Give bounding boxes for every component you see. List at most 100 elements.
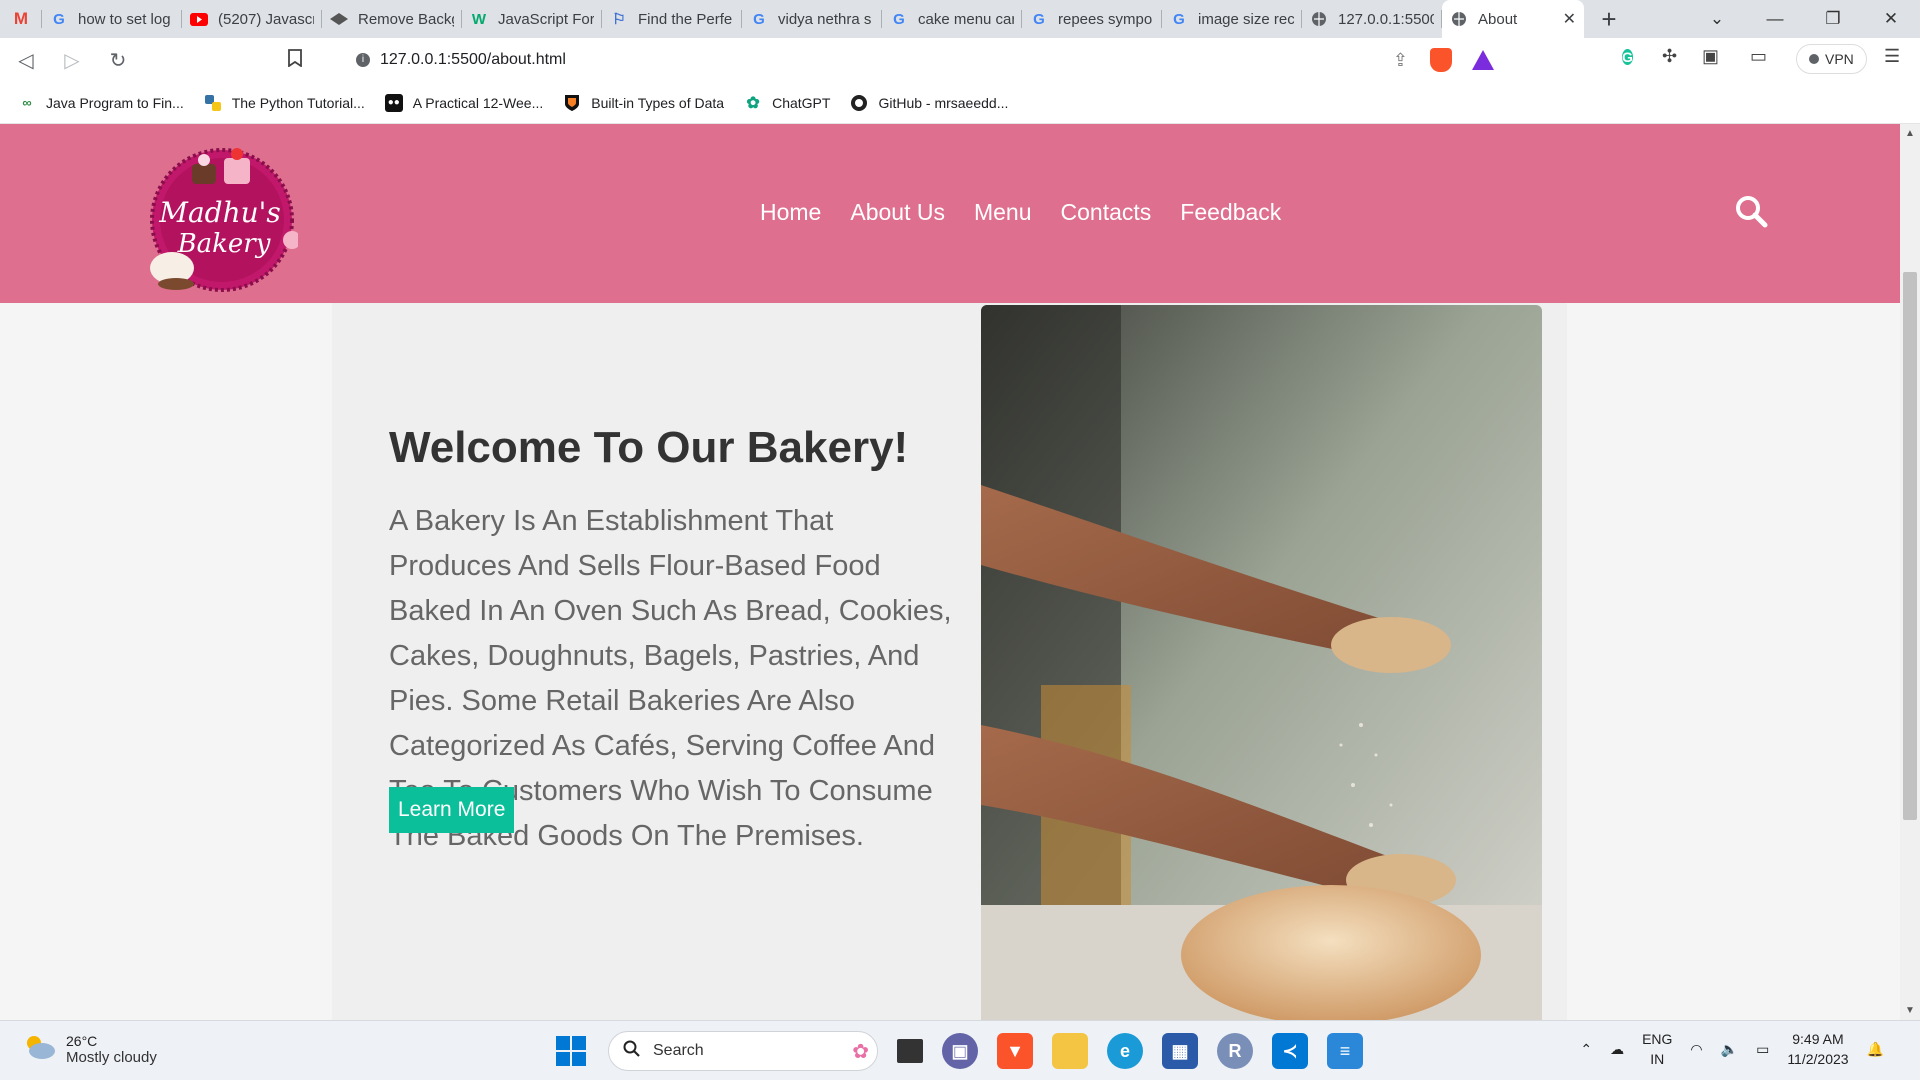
url-text[interactable]: 127.0.0.1:5500/about.html bbox=[380, 51, 566, 69]
scrollbar-thumb[interactable] bbox=[1903, 272, 1917, 820]
taskbar-search-label: Search bbox=[653, 1042, 704, 1059]
close-window-button[interactable]: ✕ bbox=[1862, 9, 1920, 29]
tab-find-perfect[interactable]: ⚐ Find the Perfe bbox=[602, 0, 742, 38]
tab-title: cake menu car bbox=[918, 10, 1014, 28]
bookmark-label: A Practical 12-Wee... bbox=[412, 94, 544, 111]
tab-image-size[interactable]: G image size rec bbox=[1162, 0, 1302, 38]
nav-contacts[interactable]: Contacts bbox=[1061, 199, 1152, 226]
google-icon: G bbox=[1033, 10, 1045, 28]
language-indicator[interactable]: ENG IN bbox=[1642, 1029, 1672, 1069]
new-tab-button[interactable]: + bbox=[1584, 0, 1634, 38]
date: 11/2/2023 bbox=[1787, 1051, 1849, 1067]
bookmark-icon[interactable] bbox=[288, 48, 302, 72]
windows-taskbar: 26°C Mostly cloudy Search ✿ ▣ ▼ e ▦ R ≺ … bbox=[0, 1020, 1920, 1080]
onedrive-icon[interactable]: ☁ bbox=[1610, 1041, 1624, 1058]
window-controls: ⌄ — ❐ ✕ bbox=[1688, 0, 1920, 38]
bookmark-item[interactable]: GitHub - mrsaeedd... bbox=[850, 94, 1008, 112]
nav-about-us[interactable]: About Us bbox=[850, 199, 945, 226]
file-explorer-icon[interactable] bbox=[1052, 1033, 1088, 1069]
region-code: IN bbox=[1650, 1051, 1665, 1067]
tab-localhost[interactable]: 127.0.0.1:5500 bbox=[1302, 0, 1442, 38]
cloud-sun-icon bbox=[22, 1033, 56, 1066]
wallet-icon[interactable]: ▭ bbox=[1750, 46, 1767, 67]
scroll-up-icon[interactable]: ▲ bbox=[1900, 128, 1920, 139]
edge-icon[interactable]: e bbox=[1107, 1033, 1143, 1069]
tab-about-active[interactable]: About ✕ bbox=[1442, 0, 1584, 38]
tab-cake-menu[interactable]: G cake menu car bbox=[882, 0, 1022, 38]
bookmark-item[interactable]: ●● A Practical 12-Wee... bbox=[384, 93, 544, 112]
nav-menu[interactable]: Menu bbox=[974, 199, 1032, 226]
battery-icon[interactable]: ▭ bbox=[1756, 1041, 1769, 1058]
removebg-icon bbox=[330, 10, 348, 28]
flowers-icon: ✿ bbox=[852, 1040, 869, 1063]
wifi-icon[interactable]: ◠ bbox=[1690, 1041, 1702, 1058]
close-icon[interactable]: ✕ bbox=[1563, 9, 1576, 29]
minimize-button[interactable]: — bbox=[1746, 9, 1804, 29]
forward-button[interactable]: ▷ bbox=[52, 48, 92, 73]
tab-title: repees sympo bbox=[1058, 10, 1153, 28]
store-icon[interactable]: ▦ bbox=[1162, 1033, 1198, 1069]
gmail-icon: M bbox=[13, 9, 29, 28]
nav-home[interactable]: Home bbox=[760, 199, 821, 226]
tab-google-search[interactable]: G how to set log bbox=[42, 0, 182, 38]
page-scrollbar[interactable]: ▲ ▼ bbox=[1900, 124, 1920, 1020]
task-view-icon[interactable] bbox=[897, 1039, 923, 1063]
r-app-icon[interactable]: R bbox=[1217, 1033, 1253, 1069]
tab-w3[interactable]: W JavaScript For bbox=[462, 0, 602, 38]
tab-vidya-nethra[interactable]: G vidya nethra s bbox=[742, 0, 882, 38]
clock[interactable]: 9:49 AM 11/2/2023 bbox=[1787, 1029, 1848, 1069]
tab-remove-bg[interactable]: Remove Backg bbox=[322, 0, 462, 38]
vpn-status-icon bbox=[1809, 54, 1819, 64]
scroll-down-icon[interactable]: ▼ bbox=[1900, 1005, 1920, 1016]
gfg-icon: ∞ bbox=[22, 95, 32, 110]
tab-title: vidya nethra s bbox=[778, 10, 872, 28]
google-icon: G bbox=[1173, 10, 1185, 28]
site-header: Madhu's Bakery Home About Us Menu Contac… bbox=[0, 124, 1900, 303]
tab-title: Find the Perfe bbox=[638, 10, 733, 28]
tab-title: About bbox=[1478, 10, 1518, 28]
browser-toolbar: ◁ ▷ ↻ i 127.0.0.1:5500/about.html ⇪ G ✣ … bbox=[0, 38, 1920, 82]
restore-button[interactable]: ❐ bbox=[1804, 9, 1862, 29]
volume-icon[interactable]: 🔈 bbox=[1721, 1041, 1738, 1058]
vpn-label: VPN bbox=[1825, 51, 1854, 67]
reload-button[interactable]: ↻ bbox=[98, 48, 138, 73]
vscode-icon[interactable]: ≺ bbox=[1272, 1033, 1308, 1069]
teams-chat-icon[interactable]: ▣ bbox=[942, 1033, 978, 1069]
brave-browser-icon[interactable]: ▼ bbox=[997, 1033, 1033, 1069]
extensions-icon[interactable]: ✣ bbox=[1662, 46, 1677, 67]
bookmark-item[interactable]: Built-in Types of Data bbox=[563, 94, 724, 112]
taskbar-search[interactable]: Search ✿ bbox=[608, 1031, 878, 1071]
tab-title: Remove Backg bbox=[358, 10, 454, 28]
globe-icon bbox=[1310, 10, 1328, 28]
sidebar-icon[interactable]: ▣ bbox=[1702, 46, 1719, 67]
address-bar[interactable]: i 127.0.0.1:5500/about.html ⇪ bbox=[342, 44, 1504, 76]
chevron-up-icon[interactable]: ⌃ bbox=[1580, 1041, 1592, 1058]
tab-youtube[interactable]: (5207) Javascri bbox=[182, 0, 322, 38]
search-icon[interactable] bbox=[1734, 194, 1768, 228]
menu-icon[interactable]: ☰ bbox=[1884, 46, 1900, 67]
grammarly-icon[interactable]: G bbox=[1622, 46, 1633, 68]
share-icon[interactable]: ⇪ bbox=[1393, 50, 1408, 71]
weather-widget[interactable]: 26°C Mostly cloudy bbox=[22, 1033, 157, 1066]
about-title: Welcome To Our Bakery! bbox=[389, 423, 909, 472]
bookmark-item[interactable]: ∞ Java Program to Fin... bbox=[18, 94, 183, 112]
back-button[interactable]: ◁ bbox=[6, 48, 46, 73]
windows-start-icon[interactable] bbox=[553, 1033, 589, 1069]
tab-repees[interactable]: G repees sympo bbox=[1022, 0, 1162, 38]
site-info-icon[interactable]: i bbox=[356, 53, 370, 67]
browser-tab-strip: M G how to set log (5207) Javascri Remov… bbox=[0, 0, 1920, 38]
tab-gmail[interactable]: M bbox=[0, 0, 42, 38]
brave-shields-icon[interactable] bbox=[1430, 48, 1452, 72]
chevron-down-icon[interactable]: ⌄ bbox=[1688, 9, 1746, 29]
notepad-icon[interactable]: ≡ bbox=[1327, 1033, 1363, 1069]
bookmark-item[interactable]: The Python Tutorial... bbox=[204, 94, 365, 112]
notification-bell-icon[interactable]: 🔔 bbox=[1867, 1041, 1884, 1058]
tab-title: JavaScript For bbox=[498, 10, 594, 28]
taskbar-apps: Search ✿ ▣ ▼ e ▦ R ≺ ≡ bbox=[553, 1031, 1363, 1071]
learn-more-button[interactable]: Learn More bbox=[389, 787, 515, 833]
vpn-button[interactable]: VPN bbox=[1796, 44, 1867, 74]
bakery-logo[interactable]: Madhu's Bakery bbox=[142, 136, 301, 294]
bookmark-item[interactable]: ✿ ChatGPT bbox=[744, 94, 830, 112]
nav-feedback[interactable]: Feedback bbox=[1180, 199, 1281, 226]
brave-rewards-icon[interactable] bbox=[1472, 50, 1494, 70]
